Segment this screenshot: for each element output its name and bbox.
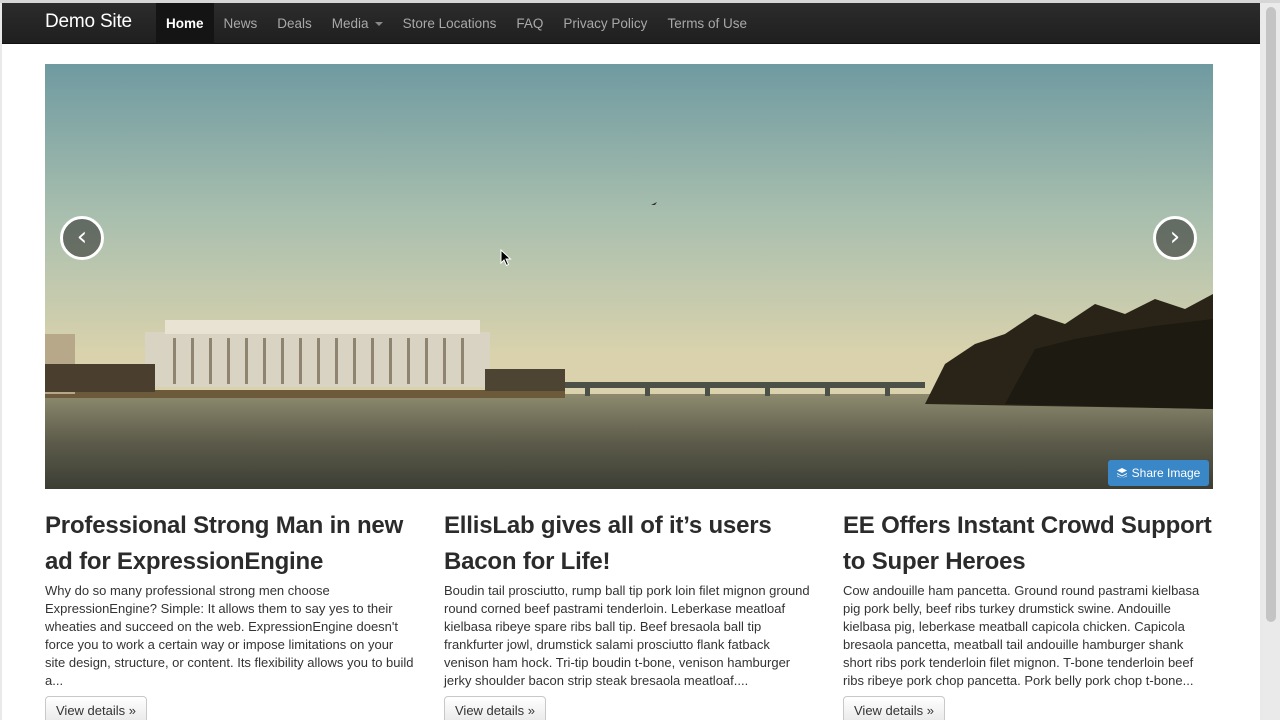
nav-label: News: [223, 16, 258, 31]
nav-label: Deals: [277, 16, 312, 31]
scrollbar-thumb[interactable]: [1266, 7, 1276, 622]
view-details-button[interactable]: View details »: [45, 696, 147, 720]
article-card: EllisLab gives all of it’s users Bacon f…: [444, 508, 814, 690]
page: Demo Site Home News Deals Media Store Lo…: [2, 3, 1260, 720]
brand-link[interactable]: Demo Site: [45, 11, 132, 33]
article-excerpt: Boudin tail prosciutto, rump ball tip po…: [444, 583, 810, 688]
layers-icon: [1116, 468, 1127, 478]
nav-label: Terms of Use: [667, 16, 747, 31]
image-carousel: ‹ › Share Image: [45, 64, 1213, 489]
nav-item-privacy-policy[interactable]: Privacy Policy: [553, 3, 657, 44]
carousel-prev-button[interactable]: ‹: [60, 216, 104, 260]
article-excerpt: Why do so many professional strong men c…: [45, 583, 414, 688]
caret-down-icon: [374, 21, 383, 26]
share-image-label: Share Image: [1131, 466, 1201, 480]
mouse-pointer-icon: [500, 249, 512, 267]
article-excerpt: Cow andouille ham pancetta. Ground round…: [843, 583, 1200, 688]
share-image-button[interactable]: Share Image: [1108, 460, 1209, 486]
article-title: Professional Strong Man in new ad for Ex…: [45, 512, 404, 575]
nav-label: Media: [331, 16, 369, 31]
view-details-button[interactable]: View details »: [444, 696, 546, 720]
view-details-button[interactable]: View details »: [843, 696, 945, 720]
nav-item-terms-of-use[interactable]: Terms of Use: [657, 3, 757, 44]
carousel-slide-image: [45, 64, 1213, 489]
article-card: Professional Strong Man in new ad for Ex…: [45, 508, 415, 690]
nav-item-deals[interactable]: Deals: [267, 3, 322, 44]
carousel-next-button[interactable]: ›: [1153, 216, 1197, 260]
nav-label: Home: [166, 16, 204, 31]
nav-label: Store Locations: [402, 16, 497, 31]
nav-item-media-dropdown[interactable]: Media: [322, 3, 393, 44]
article-card: EE Offers Instant Crowd Support to Super…: [843, 508, 1213, 690]
nav-item-home[interactable]: Home: [156, 3, 214, 44]
nav-item-news[interactable]: News: [214, 3, 268, 44]
nav-label: Privacy Policy: [563, 16, 648, 31]
nav-label: FAQ: [516, 16, 544, 31]
page-scrollbar[interactable]: [1262, 3, 1280, 720]
main-nav: Home News Deals Media Store Locations FA…: [156, 3, 757, 44]
navbar: Demo Site Home News Deals Media Store Lo…: [2, 3, 1260, 44]
nav-item-faq[interactable]: FAQ: [506, 3, 553, 44]
article-title: EE Offers Instant Crowd Support to Super…: [843, 512, 1212, 575]
nav-item-store-locations[interactable]: Store Locations: [393, 3, 507, 44]
article-title: EllisLab gives all of it’s users Bacon f…: [444, 512, 772, 575]
